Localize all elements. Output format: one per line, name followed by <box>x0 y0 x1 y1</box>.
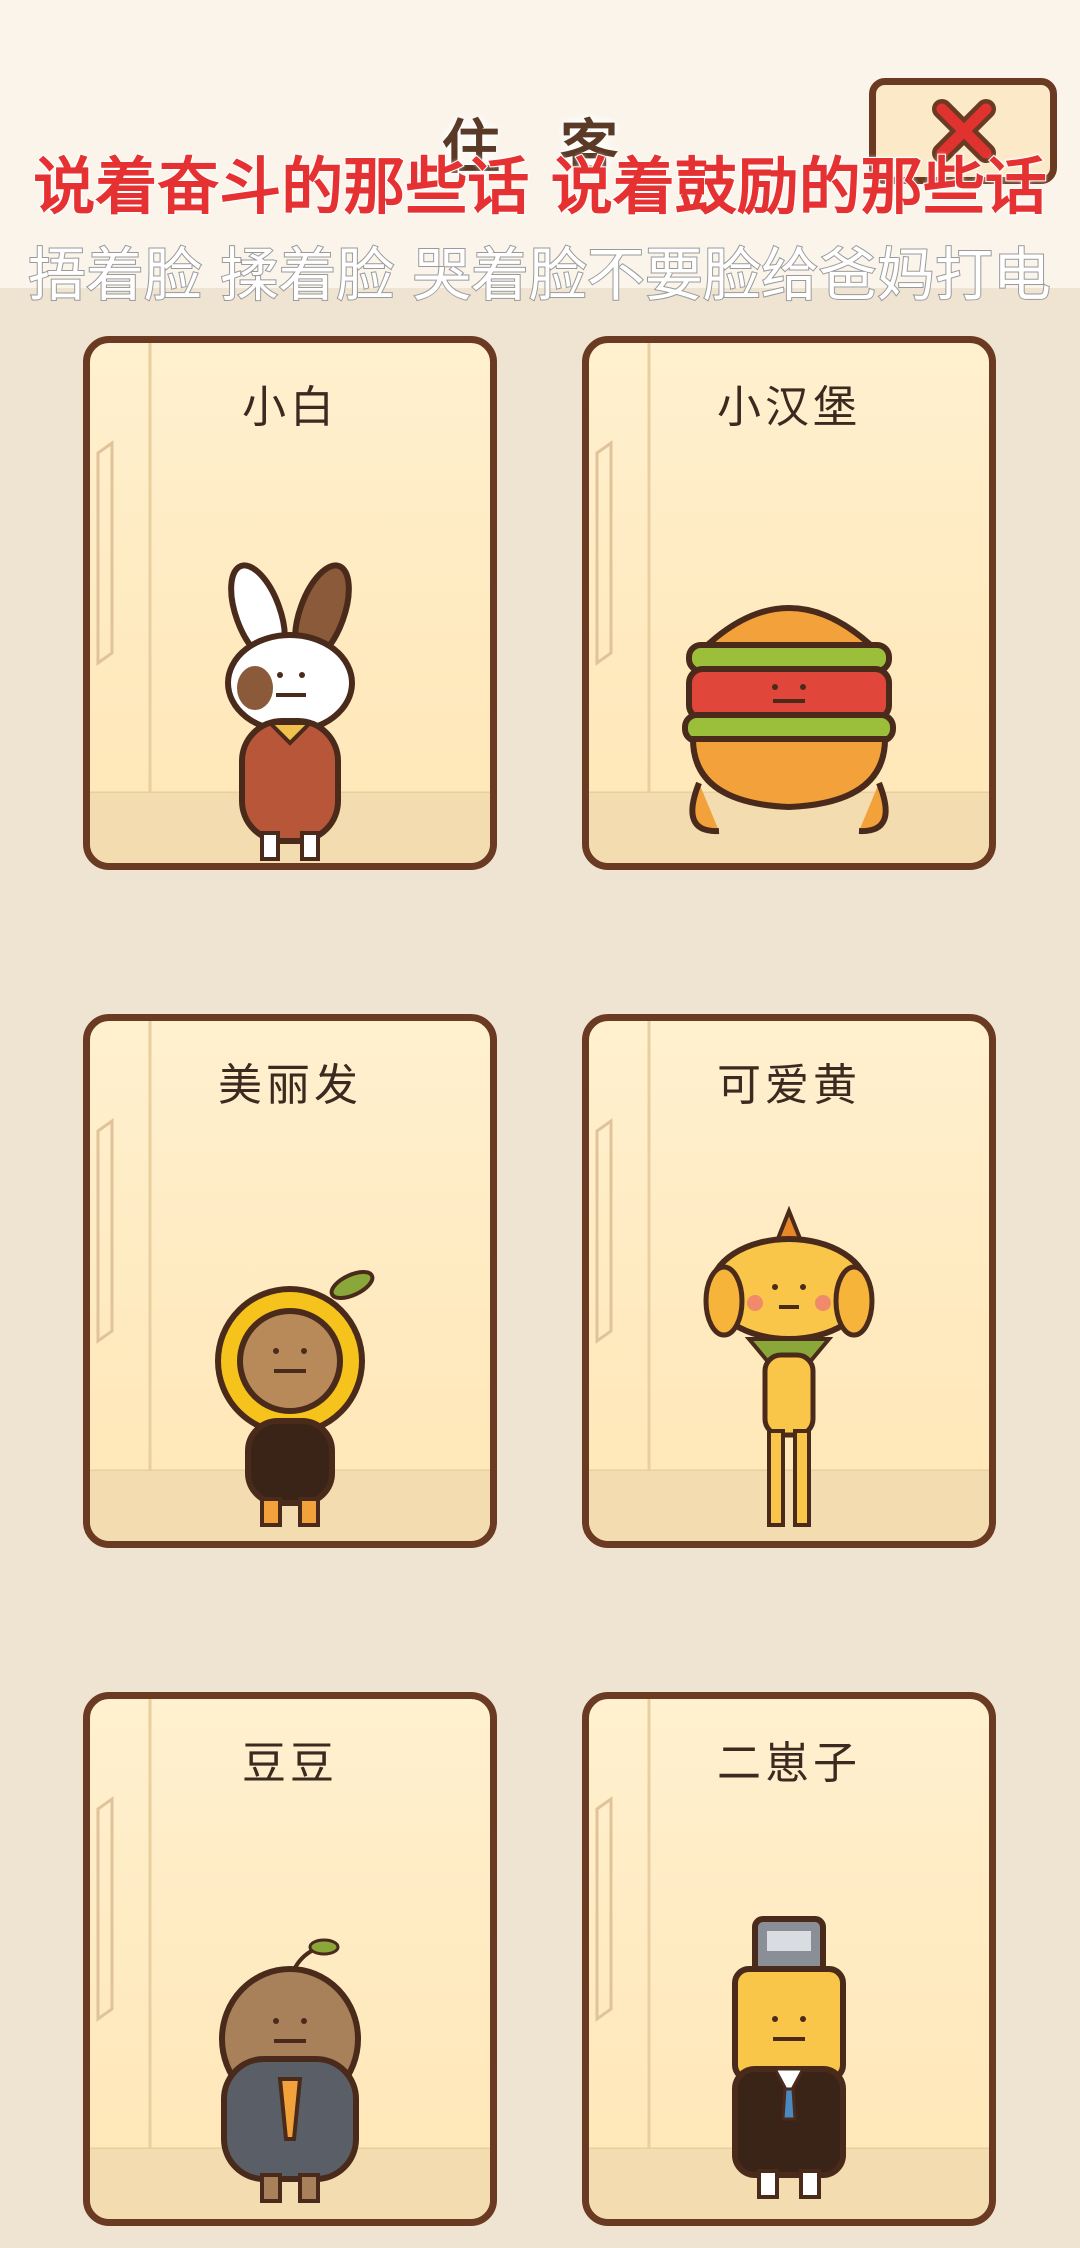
lyric-line-2: 捂着脸 揉着脸 哭着脸不要脸给爸妈打电 <box>28 240 1052 310</box>
character-card-erzaizi[interactable]: 二崽子 <box>582 1692 996 2226</box>
character-card-xiaohanbao[interactable]: 小汉堡 <box>582 336 996 870</box>
bean-character-icon <box>219 1938 361 2203</box>
character-card-meilifa[interactable]: 美丽发 <box>83 1014 497 1548</box>
bunny-character-icon <box>225 562 355 861</box>
hamburger-character-icon <box>682 605 896 835</box>
sunflower-character-icon <box>215 1270 375 1527</box>
dog-character-icon <box>703 1205 875 1527</box>
character-card-doudou[interactable]: 豆豆 <box>83 1692 497 2226</box>
character-card-keaihuang[interactable]: 可爱黄 <box>582 1014 996 1548</box>
lyric-line-1: 说着奋斗的那些话 说着鼓励的那些话 <box>32 149 1048 224</box>
header-bar: 住 客 说着奋斗的那些话 说着鼓励的那些话 捂着脸 揉着脸 哭着脸不要脸给爸妈打… <box>0 0 1080 310</box>
character-card-xiaobai[interactable]: 小白 <box>83 336 497 870</box>
robot-character-icon <box>732 1916 846 2199</box>
